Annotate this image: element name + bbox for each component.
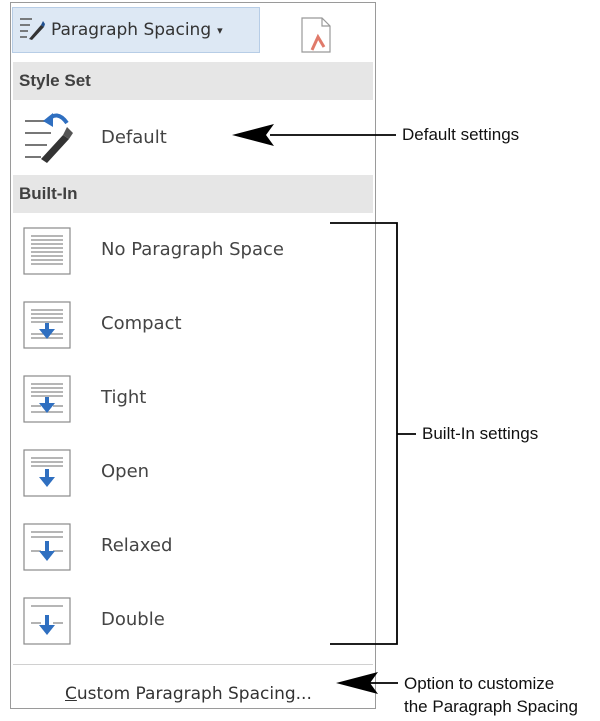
menu-item-label: Open — [101, 461, 150, 482]
menu-item-default[interactable]: Default — [13, 101, 373, 175]
menu-item-label: No Paragraph Space — [101, 239, 284, 260]
open-spacing-icon — [23, 449, 71, 501]
relaxed-spacing-icon — [23, 523, 71, 575]
menu-item-no-paragraph-space[interactable]: No Paragraph Space — [13, 215, 373, 287]
compact-spacing-icon — [23, 301, 71, 353]
no-paragraph-space-icon — [23, 227, 71, 279]
menu-item-tight[interactable]: Tight — [13, 363, 373, 435]
custom-paragraph-spacing-label: ustom Paragraph Spacing... — [76, 684, 312, 704]
menu-item-label: Double — [101, 609, 165, 630]
menu-item-label: Relaxed — [101, 535, 173, 556]
menu-item-label: Default — [101, 127, 167, 148]
paragraph-spacing-icon — [19, 15, 45, 45]
menu-item-relaxed[interactable]: Relaxed — [13, 511, 373, 583]
menu-item-label: Tight — [101, 387, 147, 408]
style-set-header: Style Set — [13, 62, 373, 100]
option-callout-line1: Option to customize — [404, 674, 555, 693]
page-borders-icon[interactable] — [300, 17, 332, 57]
paragraph-spacing-button[interactable]: Paragraph Spacing ▾ — [12, 7, 260, 53]
ribbon-bar: Paragraph Spacing ▾ — [11, 3, 375, 59]
custom-paragraph-spacing-button[interactable]: Custom Paragraph Spacing... — [65, 684, 312, 704]
built-in-header: Built-In — [13, 175, 373, 213]
option-callout-line2: the Paragraph Spacing — [404, 697, 578, 716]
double-spacing-icon — [23, 597, 71, 649]
menu-item-label: Compact — [101, 313, 182, 334]
menu-item-double[interactable]: Double — [13, 585, 373, 657]
access-key-letter: C — [65, 684, 77, 704]
default-settings-callout: Default settings — [402, 125, 520, 144]
tight-spacing-icon — [23, 375, 71, 427]
menu-item-compact[interactable]: Compact — [13, 289, 373, 361]
chevron-down-icon: ▾ — [217, 23, 223, 37]
paragraph-spacing-default-icon — [23, 109, 81, 167]
paragraph-spacing-label: Paragraph Spacing — [51, 20, 212, 40]
paragraph-spacing-menu: Paragraph Spacing ▾ Style Set Default Bu… — [10, 2, 376, 709]
menu-item-open[interactable]: Open — [13, 437, 373, 509]
built-in-settings-callout: Built-In settings — [422, 424, 539, 443]
menu-divider — [13, 664, 373, 665]
